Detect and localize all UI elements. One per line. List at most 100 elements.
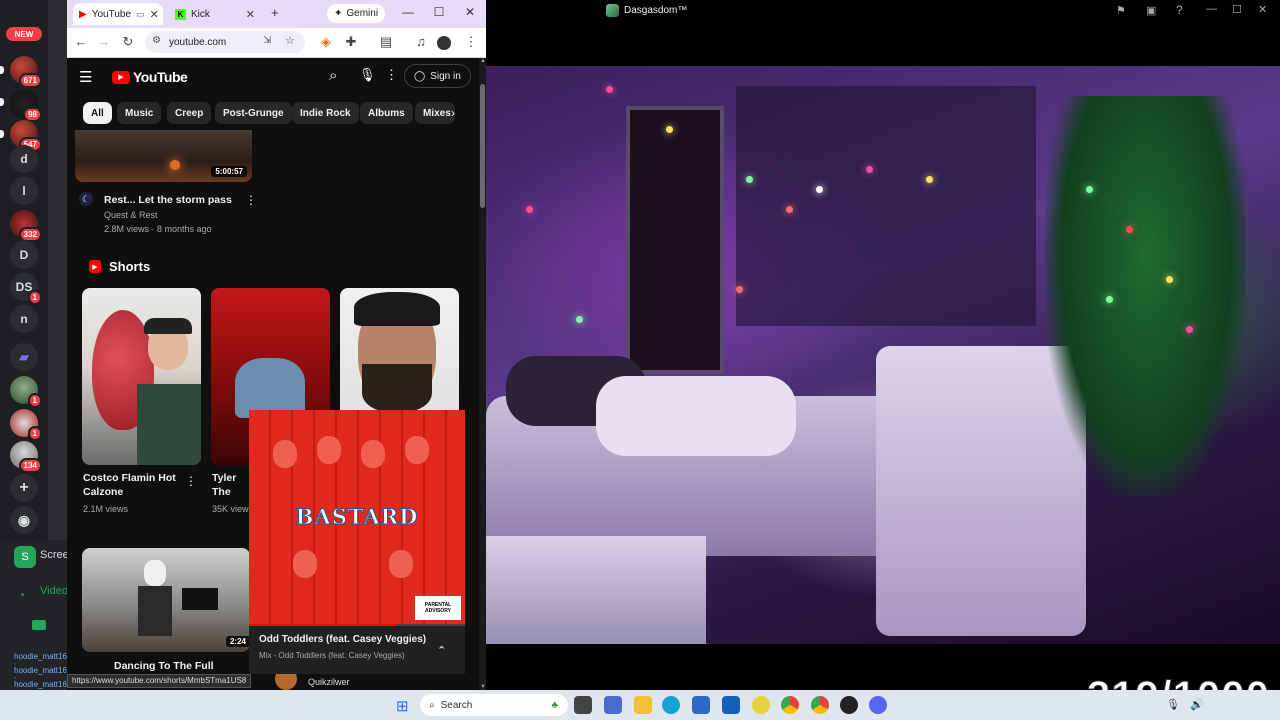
chip-all[interactable]: All [83, 102, 112, 124]
folder-icon[interactable]: ▰ [10, 343, 38, 371]
forward-icon[interactable]: → [95, 34, 113, 49]
server-icon[interactable]: d [10, 145, 38, 173]
chrome-icon[interactable] [781, 696, 799, 714]
address-bar[interactable]: ⚙ youtube.com ⇲ ☆ [145, 31, 305, 53]
media-control-icon[interactable]: ♫ [412, 34, 430, 49]
channel-name[interactable]: Quikzilwer [308, 677, 350, 687]
maximize-icon[interactable]: ☐ [429, 5, 449, 19]
back-icon[interactable]: ← [72, 34, 90, 49]
server-icon[interactable]: l [10, 177, 38, 205]
outlook-icon[interactable] [722, 696, 740, 714]
reload-icon[interactable]: ↻ [119, 34, 137, 50]
profile-avatar[interactable] [437, 36, 451, 50]
explore-icon[interactable]: ◉ [10, 506, 38, 534]
discord-icon[interactable] [869, 696, 887, 714]
scrollbar-thumb[interactable] [480, 84, 485, 208]
windows-start-icon[interactable]: ⊞ [396, 697, 409, 715]
notes-icon[interactable] [752, 696, 770, 714]
page-scrollbar[interactable]: ▲ ▼ [479, 58, 486, 690]
new-tab-button[interactable]: + [271, 5, 279, 20]
widgets-icon[interactable] [604, 696, 622, 714]
server-icon[interactable]: 1 [10, 376, 42, 408]
microphone-icon[interactable]: 🎙 [1166, 698, 1180, 711]
chips-next-icon[interactable]: › [451, 106, 455, 120]
minimize-icon[interactable]: — [1206, 3, 1217, 15]
server-icon[interactable]: 1 [10, 409, 42, 441]
pin-icon[interactable]: ⚑ [1116, 4, 1126, 17]
task-view-icon[interactable] [574, 696, 592, 714]
help-icon[interactable]: ? [1176, 3, 1183, 17]
camera-icon[interactable] [32, 620, 46, 630]
chip-mixes[interactable]: Mixes [415, 102, 455, 124]
extensions-puzzle-icon[interactable]: ✚ [342, 34, 360, 50]
maximize-icon[interactable]: ☐ [1232, 3, 1242, 16]
server-icon[interactable]: 547 [10, 120, 42, 152]
server-icon[interactable]: DS 1 [10, 273, 42, 305]
close-window-icon[interactable]: ✕ [460, 5, 480, 19]
tab-label: Kick [191, 8, 210, 20]
store-icon[interactable] [692, 696, 710, 714]
chip-albums[interactable]: Albums [360, 102, 413, 124]
close-tab-icon[interactable]: ✕ [246, 8, 255, 21]
mini-player-title[interactable]: Odd Toddlers (feat. Casey Veggies) [259, 634, 426, 645]
install-icon[interactable]: ⇲ [263, 35, 271, 46]
video-title[interactable]: Dancing To The Full [114, 660, 214, 672]
mini-player[interactable]: BASTARD PARENTAL ADVISORY Odd Toddlers (… [249, 410, 465, 674]
channel-name[interactable]: Quest & Rest [104, 210, 158, 220]
expand-chevron-icon[interactable]: ⌃ [437, 644, 446, 657]
duration-badge: 5:00:57 [211, 166, 247, 177]
add-server-icon[interactable]: + [10, 474, 38, 502]
gemini-button[interactable]: ✦ Gemini [327, 4, 386, 23]
window-title: Dasgasdom™ [624, 5, 688, 16]
close-window-icon[interactable]: ✕ [1258, 3, 1267, 16]
server-icon[interactable]: 332 [10, 210, 42, 242]
microphone-icon[interactable]: 🎙 [359, 67, 376, 83]
speaker-icon[interactable]: 🔊 [1190, 698, 1204, 711]
taskbar-search[interactable]: ⌕ Search ♣ [420, 694, 568, 716]
chip-post-grunge[interactable]: Post-Grunge [215, 102, 292, 124]
file-explorer-icon[interactable] [634, 696, 652, 714]
hamburger-menu-icon[interactable]: ☰ [79, 68, 92, 86]
person-cap [144, 318, 192, 334]
more-options-icon[interactable]: ⋮ [245, 193, 257, 207]
server-icon[interactable]: 671 [10, 56, 42, 88]
extension-icon[interactable]: ◈ [317, 34, 335, 50]
video-thumbnail[interactable]: 5:00:57 [75, 130, 252, 182]
sign-in-button[interactable]: ◯ Sign in [404, 64, 471, 88]
parental-advisory-label: PARENTAL ADVISORY [415, 596, 461, 620]
server-icon[interactable]: n [10, 305, 38, 333]
channel-avatar[interactable]: ☾ [79, 192, 93, 206]
screen-icon[interactable]: ▣ [1146, 4, 1156, 17]
close-tab-icon[interactable]: ✕ [150, 8, 159, 21]
app-icon[interactable] [840, 696, 858, 714]
side-panel-icon[interactable]: ▤ [377, 34, 395, 50]
tab-kick[interactable]: K Kick ✕ [169, 3, 261, 25]
site-info-icon[interactable]: ⚙ [152, 35, 161, 46]
bookmark-star-icon[interactable]: ☆ [285, 34, 295, 47]
server-icon[interactable]: D [10, 241, 38, 269]
screen-share-icon[interactable]: S [14, 546, 36, 568]
stream-video[interactable] [486, 22, 1280, 690]
video-title[interactable]: Rest... Let the storm pass [104, 194, 232, 206]
progress-track[interactable] [249, 624, 465, 626]
short-thumbnail[interactable] [82, 288, 201, 465]
minimize-icon[interactable]: — [398, 5, 418, 19]
more-options-icon[interactable]: ⋮ [185, 474, 197, 488]
menu-kebab-icon[interactable]: ⋮ [462, 34, 480, 50]
youtube-logo[interactable]: ▶ YouTube [112, 69, 188, 85]
short-title[interactable]: Costco Flamin Hot Calzone [83, 471, 183, 499]
tab-youtube[interactable]: ▶ YouTube ▭ ✕ [73, 3, 163, 25]
server-icon[interactable]: 134 [10, 441, 42, 473]
search-icon[interactable]: ⌕ [329, 67, 337, 84]
settings-kebab-icon[interactable]: ⋮ [385, 67, 398, 83]
voice-signal-icon: ◔ [18, 588, 26, 602]
chip-creep[interactable]: Creep [167, 102, 212, 124]
server-icon[interactable]: 98 [10, 90, 42, 122]
video-thumbnail[interactable]: 2:24 [82, 548, 250, 652]
edge-icon[interactable] [662, 696, 680, 714]
short-title[interactable]: Tyler The Creator Odd Toddlers [212, 471, 250, 499]
chrome-icon[interactable] [811, 696, 829, 714]
unread-badge: 1 [27, 426, 42, 441]
chip-indie-rock[interactable]: Indie Rock [292, 102, 359, 124]
chip-music[interactable]: Music [117, 102, 162, 124]
